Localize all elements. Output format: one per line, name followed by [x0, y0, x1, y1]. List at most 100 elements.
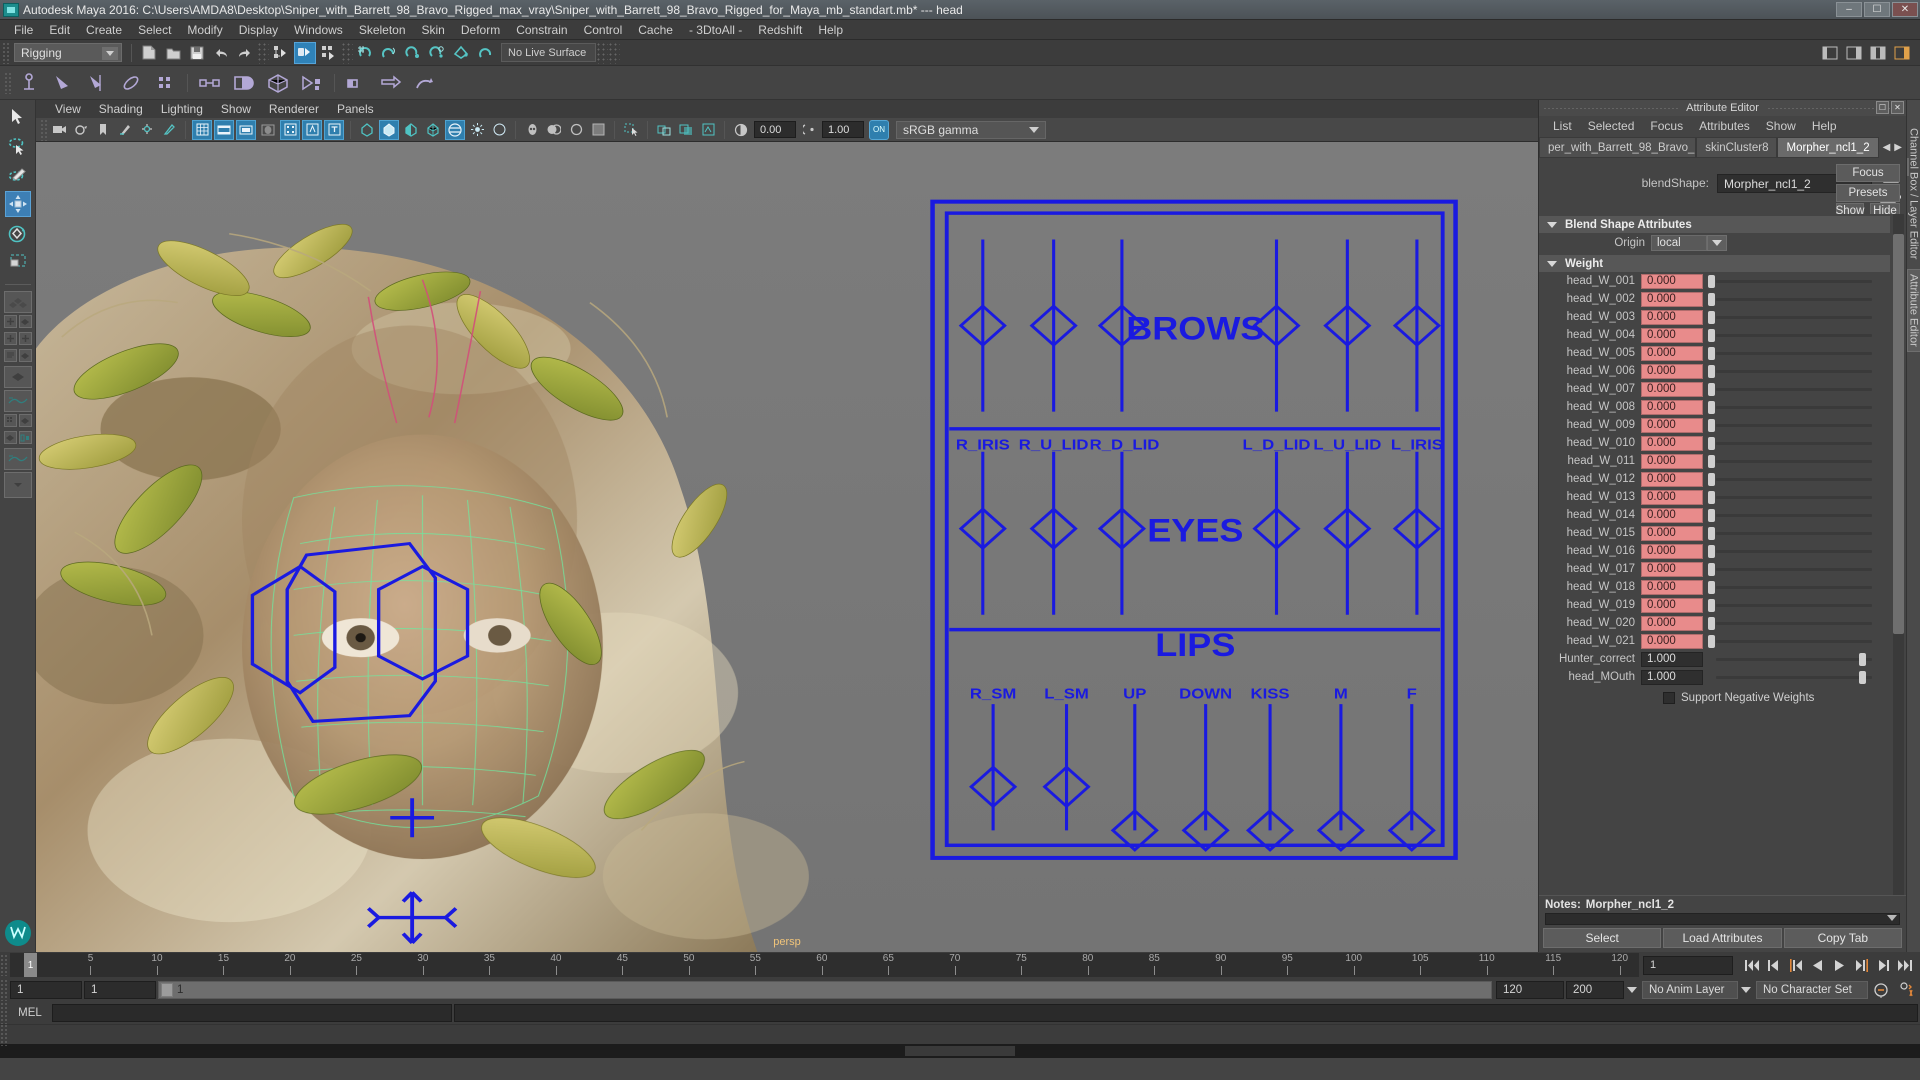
weight-row[interactable]: head_W_020 0.000: [1539, 614, 1890, 632]
gamma-value-field[interactable]: 1.00: [822, 121, 864, 138]
weight-row[interactable]: Hunter_correct 1.000: [1539, 650, 1890, 668]
shelf-toolbar[interactable]: [0, 66, 1920, 100]
quick-layout-pair-3[interactable]: [3, 349, 32, 364]
paint-skin-weights-icon[interactable]: [229, 68, 259, 98]
duplicate-view-icon[interactable]: [676, 120, 696, 140]
range-slider-grip[interactable]: [0, 979, 8, 1001]
load-attributes-button[interactable]: Load Attributes: [1663, 928, 1782, 948]
save-scene-icon[interactable]: [186, 42, 208, 64]
weight-slider-handle[interactable]: [1708, 526, 1715, 540]
weight-slider[interactable]: [1708, 310, 1872, 325]
weight-value-field[interactable]: 0.000: [1641, 435, 1703, 451]
menu-select[interactable]: Select: [130, 21, 179, 39]
command-line-grip[interactable]: [0, 1002, 8, 1024]
viewport-menu-bar[interactable]: View Shading Lighting Show Renderer Pane…: [36, 100, 1538, 118]
quick-layout-graph-editor-icon[interactable]: [3, 390, 32, 412]
smooth-bind-icon[interactable]: [263, 68, 293, 98]
range-start-field[interactable]: 1: [10, 981, 82, 999]
weight-row[interactable]: head_W_016 0.000: [1539, 542, 1890, 560]
menu-edit[interactable]: Edit: [41, 21, 78, 39]
weight-slider[interactable]: [1708, 292, 1872, 307]
weight-row[interactable]: head_W_010 0.000: [1539, 434, 1890, 452]
menu-control[interactable]: Control: [576, 21, 631, 39]
collapse-triangle-icon[interactable]: [1547, 260, 1557, 267]
color-management-toggle[interactable]: ON: [869, 119, 889, 140]
quick-layout-pair-1[interactable]: [3, 315, 32, 330]
side-tab-channel-box[interactable]: Channel Box / Layer Editor: [1908, 128, 1920, 259]
close-panel-icon[interactable]: ✕: [1891, 101, 1904, 114]
node-tab-rigged[interactable]: per_with_Barrett_98_Bravo_Rigged: [1539, 137, 1697, 158]
anim-layer-dropdown-icon[interactable]: [1738, 987, 1754, 993]
playback-options-icon[interactable]: [1624, 987, 1640, 993]
quick-layout-persp-full-icon[interactable]: [3, 366, 32, 388]
copy-weights-icon[interactable]: [410, 68, 440, 98]
shadows-icon[interactable]: [489, 120, 509, 140]
weight-row[interactable]: head_MOuth 1.000: [1539, 668, 1890, 686]
copy-tab-button[interactable]: Copy Tab: [1783, 928, 1902, 948]
menu-skeleton[interactable]: Skeleton: [351, 21, 414, 39]
notes-expand-icon[interactable]: [1887, 915, 1897, 921]
weight-row[interactable]: head_W_009 0.000: [1539, 416, 1890, 434]
wireframe-on-shaded-icon[interactable]: [423, 120, 443, 140]
xray-joints-icon[interactable]: [544, 120, 564, 140]
origin-dropdown-icon[interactable]: [1707, 235, 1727, 251]
weight-value-field[interactable]: 0.000: [1641, 273, 1703, 289]
weight-row[interactable]: head_W_014 0.000: [1539, 506, 1890, 524]
weight-value-field[interactable]: 0.000: [1641, 345, 1703, 361]
undock-panel-icon[interactable]: ☐: [1876, 101, 1889, 114]
weight-value-field[interactable]: 0.000: [1641, 453, 1703, 469]
viewport-menu-view[interactable]: View: [46, 101, 90, 117]
weight-slider-handle[interactable]: [1708, 400, 1715, 414]
scale-tool-icon[interactable]: [5, 249, 31, 275]
os-taskbar[interactable]: [0, 1044, 1920, 1058]
weight-value-field[interactable]: 0.000: [1641, 291, 1703, 307]
step-forward-frame-icon[interactable]: [1875, 957, 1892, 973]
new-scene-icon[interactable]: [138, 42, 160, 64]
side-tab-attribute-editor[interactable]: Attribute Editor: [1906, 269, 1920, 353]
taskbar-item[interactable]: [905, 1046, 1015, 1056]
two-d-pan-zoom-icon[interactable]: [137, 120, 157, 140]
viewport-menu-lighting[interactable]: Lighting: [152, 101, 212, 117]
make-live-icon[interactable]: [474, 42, 496, 64]
weight-row[interactable]: head_W_012 0.000: [1539, 470, 1890, 488]
menu-display[interactable]: Display: [231, 21, 286, 39]
grease-pencil-icon[interactable]: [159, 120, 179, 140]
camera-attributes-icon[interactable]: [71, 120, 91, 140]
weight-slider-handle[interactable]: [1708, 634, 1715, 648]
weight-slider-handle[interactable]: [1708, 616, 1715, 630]
lasso-select-tool-icon[interactable]: [5, 133, 31, 159]
quick-layout-two-pane-icon[interactable]: [3, 332, 17, 345]
quick-layout-curve-editor-icon[interactable]: [3, 448, 32, 470]
chevron-down-icon[interactable]: [102, 47, 118, 60]
safe-action-icon[interactable]: [302, 119, 322, 140]
ik-handle-tool-icon[interactable]: [48, 68, 78, 98]
quick-layout-persp-icon[interactable]: [18, 315, 32, 328]
weight-row[interactable]: head_W_013 0.000: [1539, 488, 1890, 506]
snap-to-point-icon[interactable]: [402, 42, 424, 64]
weight-slider[interactable]: [1708, 418, 1872, 433]
xray-icon[interactable]: [522, 120, 542, 140]
paint-select-tool-icon[interactable]: [5, 162, 31, 188]
command-line-row[interactable]: MEL: [0, 1002, 1920, 1024]
time-slider-grip[interactable]: [0, 954, 8, 976]
step-back-key-icon[interactable]: [1787, 957, 1804, 973]
command-input-field[interactable]: [52, 1004, 452, 1022]
quick-layout-outliner-icon[interactable]: [3, 349, 17, 362]
weight-row[interactable]: head_W_008 0.000: [1539, 398, 1890, 416]
focus-button[interactable]: Focus: [1836, 164, 1900, 182]
section-weight[interactable]: Weight: [1539, 255, 1890, 272]
weight-slider[interactable]: [1708, 274, 1872, 289]
weight-slider-handle[interactable]: [1708, 562, 1715, 576]
attribute-editor-footer[interactable]: Select Load Attributes Copy Tab: [1539, 925, 1906, 952]
smooth-shade-selected-icon[interactable]: [401, 120, 421, 140]
quick-layout-pair-2[interactable]: [3, 332, 32, 347]
chevron-down-icon[interactable]: [1025, 124, 1043, 137]
weight-slider-handle[interactable]: [1708, 364, 1715, 378]
weight-value-field[interactable]: 1.000: [1641, 651, 1703, 667]
playback-controls[interactable]: [1737, 957, 1920, 973]
text-overlay-icon[interactable]: [324, 119, 344, 140]
resolution-gate-icon[interactable]: [236, 119, 256, 140]
maximize-button[interactable]: ☐: [1864, 2, 1890, 17]
weight-slider[interactable]: [1708, 598, 1872, 613]
weight-slider[interactable]: [1708, 544, 1872, 559]
